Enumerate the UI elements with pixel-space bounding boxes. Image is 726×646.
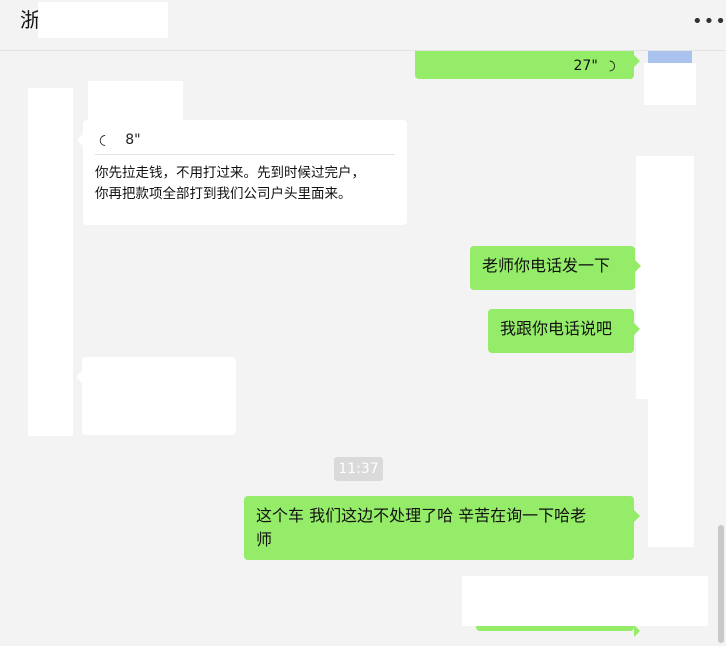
redacted-name	[38, 2, 168, 38]
message-text: 老师你电话发一下	[482, 256, 611, 275]
incoming-quote-message[interactable]: ◡ 8" 你先拉走钱，不用打过来。先到时候过完户， 你再把款项全部打到我们公司户…	[77, 120, 407, 225]
redacted-bottom-message	[462, 576, 708, 626]
voice-wave-icon: ◠	[601, 59, 618, 73]
message-text-line-2: 师	[256, 530, 273, 549]
redacted-avatar	[644, 63, 696, 105]
chat-header: 浙 •••	[0, 0, 726, 51]
avatar[interactable]	[648, 51, 692, 63]
incoming-text-line-2: 你再把款项全部打到我们公司户头里面来。	[95, 186, 352, 202]
redacted-sender-name	[88, 81, 183, 121]
incoming-redacted-message[interactable]	[76, 357, 236, 435]
quoted-voice-duration: 8"	[125, 131, 141, 148]
quote-divider	[95, 154, 395, 155]
timestamp-badge: 11:37	[334, 457, 383, 481]
redacted-right-column-lower	[648, 391, 694, 547]
voice-duration: 27"	[573, 58, 598, 74]
incoming-text-line-1: 你先拉走钱，不用打过来。先到时候过完户，	[95, 165, 365, 181]
message-text: 我跟你电话说吧	[500, 319, 613, 338]
chat-area[interactable]: 27" ◠ ◡ 8" 你先拉走钱，不用打过来。先到时候过完户， 你再把款项全部打…	[0, 51, 726, 646]
quoted-voice[interactable]: ◡ 8"	[95, 130, 395, 150]
more-options-button[interactable]: •••	[692, 10, 726, 34]
outgoing-message[interactable]: 老师你电话发一下	[470, 246, 641, 290]
message-text-line-1: 这个车 我们这边不处理了哈 辛苦在询一下哈老	[256, 506, 587, 525]
outgoing-message[interactable]: 这个车 我们这边不处理了哈 辛苦在询一下哈老 师	[244, 496, 640, 560]
scrollbar[interactable]	[718, 525, 724, 643]
outgoing-message[interactable]: 我跟你电话说吧	[488, 309, 640, 353]
voice-wave-icon: ◡	[97, 133, 114, 147]
chat-title: 浙	[20, 8, 40, 32]
redacted-right-column	[636, 156, 694, 399]
outgoing-voice-message[interactable]: 27" ◠	[415, 51, 640, 79]
redacted-sender-column	[28, 88, 73, 436]
